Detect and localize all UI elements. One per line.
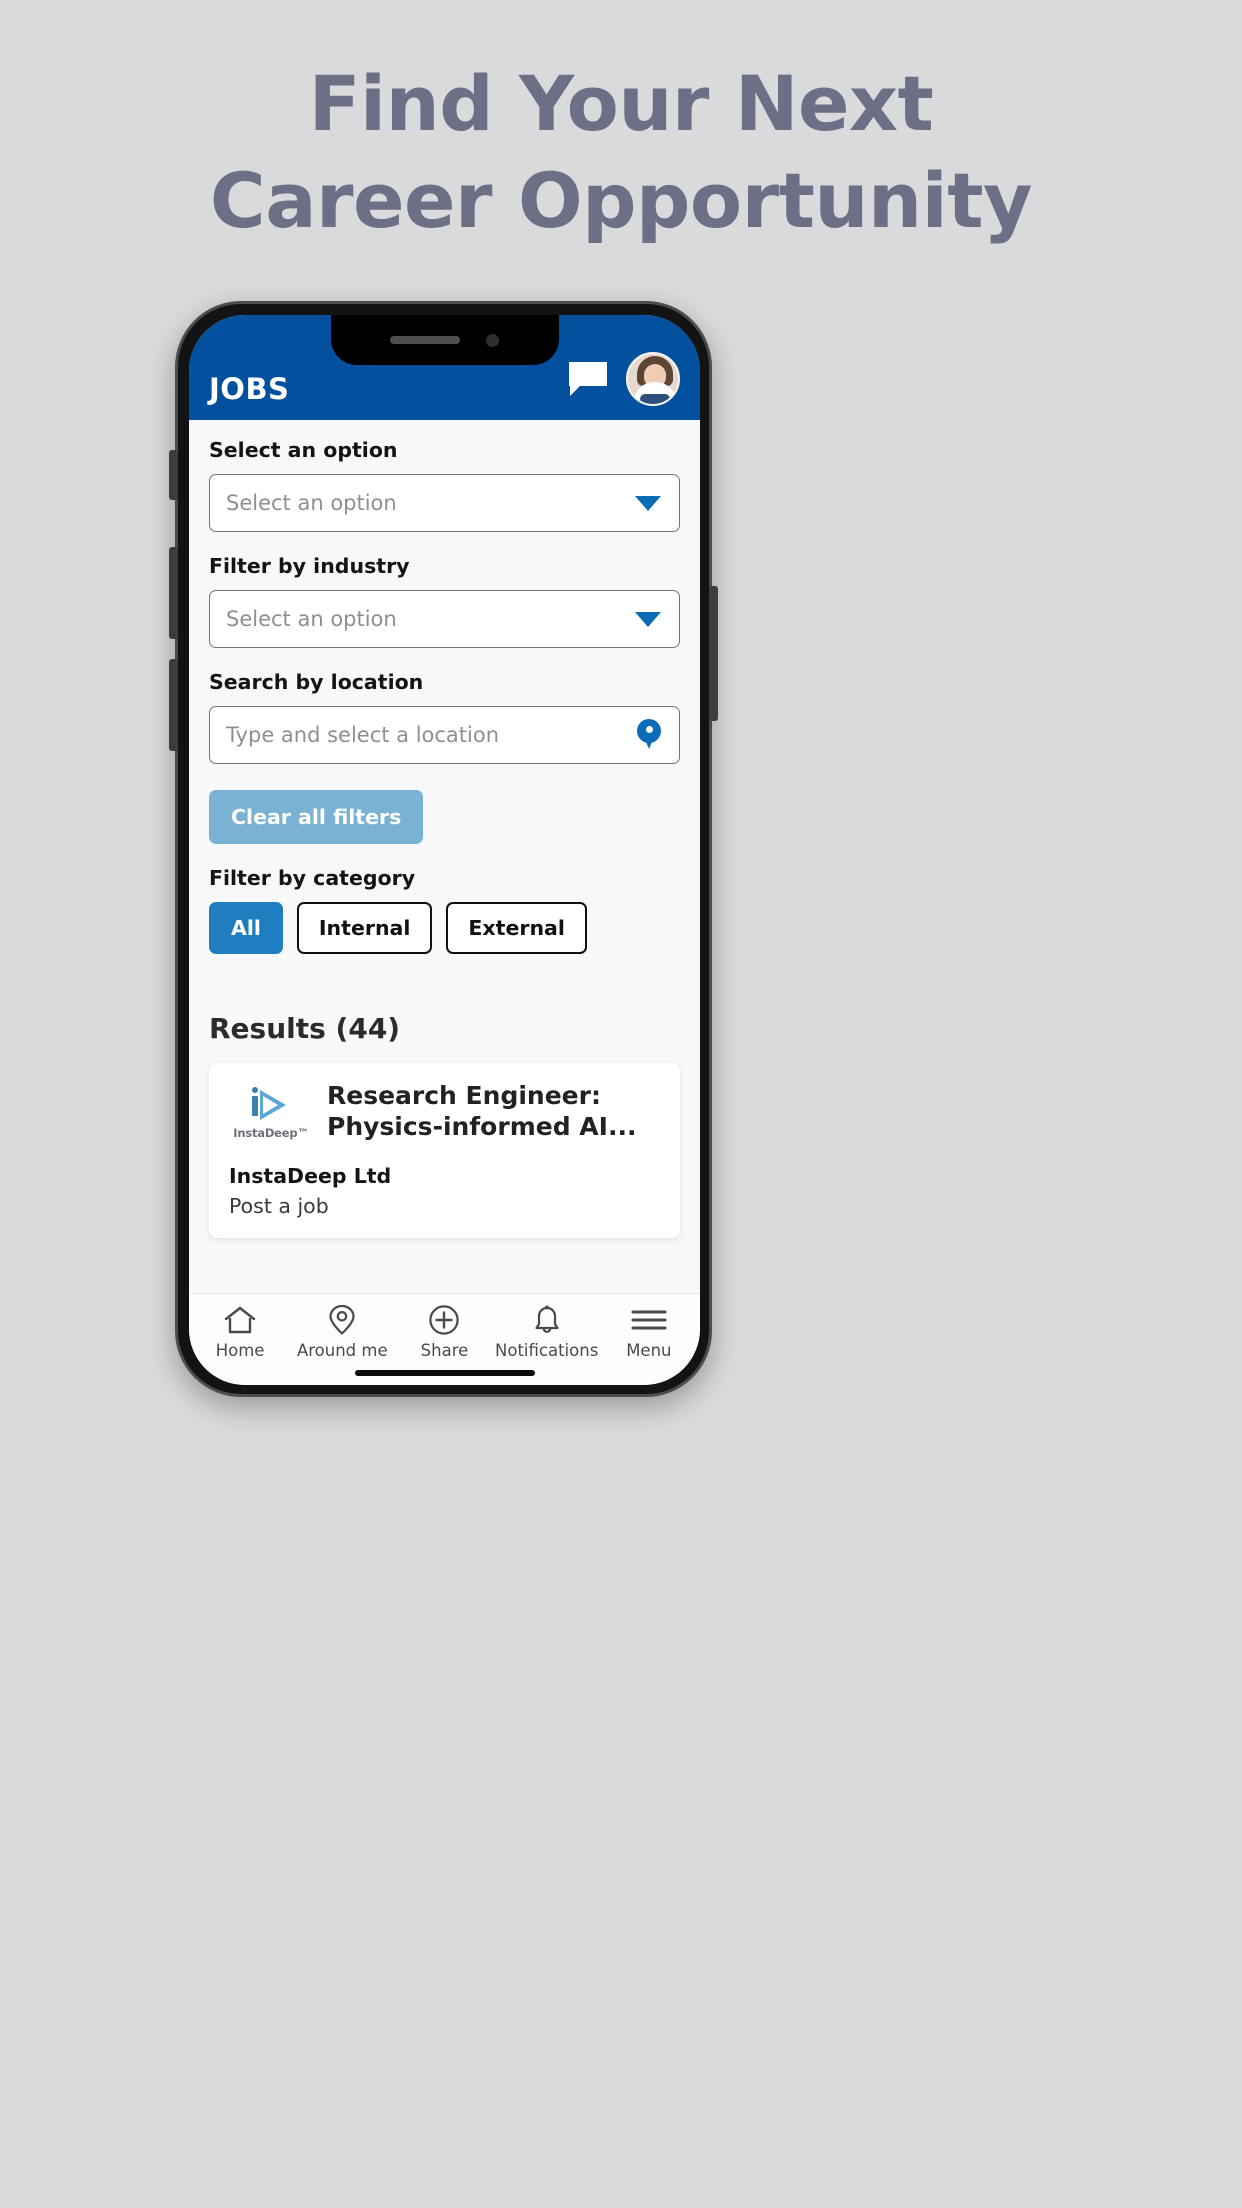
job-company-name: InstaDeep Ltd: [229, 1164, 392, 1188]
phone-mute-switch[interactable]: [169, 450, 178, 500]
industry-filter-dropdown[interactable]: Select an option: [209, 590, 680, 648]
plus-circle-icon: [428, 1303, 460, 1337]
chat-bubble-icon[interactable]: [566, 360, 610, 398]
nav-label-home: Home: [215, 1341, 265, 1360]
phone-volume-down-button[interactable]: [169, 659, 178, 751]
instadeep-logo-icon: [250, 1087, 292, 1123]
headline-line-2: Career Opportunity: [209, 156, 1033, 246]
nav-label-share: Share: [420, 1341, 469, 1360]
location-search-input[interactable]: Type and select a location: [209, 706, 680, 764]
category-button-internal[interactable]: Internal: [296, 902, 433, 954]
home-indicator: [354, 1370, 535, 1376]
phone-screen-bezel: JOBS Select an option Select an option F…: [189, 315, 700, 1385]
app-screen: JOBS Select an option Select an option F…: [189, 315, 700, 1385]
nav-item-notifications[interactable]: Notifications: [495, 1303, 598, 1360]
avatar-arm: [640, 394, 670, 404]
headline-line-1: Find Your Next: [308, 59, 934, 148]
select-option-placeholder: Select an option: [226, 491, 397, 515]
category-button-all[interactable]: All: [209, 902, 283, 954]
nav-label-menu: Menu: [626, 1341, 672, 1360]
nav-label-around-me: Around me: [296, 1341, 388, 1360]
industry-filter-label: Filter by industry: [209, 554, 410, 578]
hamburger-menu-icon: [630, 1303, 668, 1337]
results-heading: Results (44): [209, 1012, 401, 1045]
front-camera-icon: [486, 333, 499, 347]
location-search-label: Search by location: [209, 670, 424, 694]
home-icon: [223, 1303, 257, 1337]
avatar[interactable]: [626, 352, 680, 406]
company-logo-text: InstaDeep™: [233, 1126, 309, 1140]
app-title: JOBS: [209, 372, 290, 406]
select-option-label: Select an option: [209, 438, 398, 462]
phone-power-button[interactable]: [709, 586, 718, 721]
phone-mockup: JOBS Select an option Select an option F…: [169, 301, 718, 1397]
bell-icon: [532, 1303, 562, 1337]
clear-all-filters-button[interactable]: Clear all filters: [209, 790, 424, 844]
phone-volume-up-button[interactable]: [169, 547, 178, 639]
page-headline: Find Your Next Career Opportunity: [0, 55, 1242, 250]
phone-notch: [330, 315, 559, 365]
nav-item-share[interactable]: Share: [397, 1303, 492, 1360]
earpiece-speaker: [390, 336, 460, 344]
industry-filter-placeholder: Select an option: [226, 607, 397, 631]
job-card-top: InstaDeep™ Research Engineer: Physics-in…: [229, 1081, 660, 1142]
nav-item-menu[interactable]: Menu: [601, 1303, 696, 1360]
category-filter-label: Filter by category: [209, 866, 416, 890]
category-filter-group: All Internal External: [209, 902, 680, 954]
job-result-card[interactable]: InstaDeep™ Research Engineer: Physics-in…: [209, 1063, 680, 1238]
map-pin-icon: [328, 1303, 356, 1337]
nav-item-around-me[interactable]: Around me: [295, 1303, 390, 1360]
nav-label-notifications: Notifications: [495, 1341, 599, 1360]
job-title: Research Engineer: Physics-informed AI..…: [327, 1081, 637, 1141]
select-option-dropdown[interactable]: Select an option: [209, 474, 680, 532]
location-search-placeholder: Type and select a location: [226, 723, 500, 747]
company-logo: InstaDeep™: [229, 1081, 313, 1140]
filters-and-results: Select an option Select an option Filter…: [189, 420, 700, 1293]
header-actions: [566, 352, 680, 406]
chevron-down-icon: [635, 495, 661, 511]
job-card-subtitle[interactable]: Post a job: [229, 1194, 660, 1218]
map-pin-icon: [637, 719, 661, 751]
chevron-down-icon: [635, 611, 661, 627]
nav-item-home[interactable]: Home: [193, 1303, 288, 1360]
category-button-external[interactable]: External: [446, 902, 587, 954]
